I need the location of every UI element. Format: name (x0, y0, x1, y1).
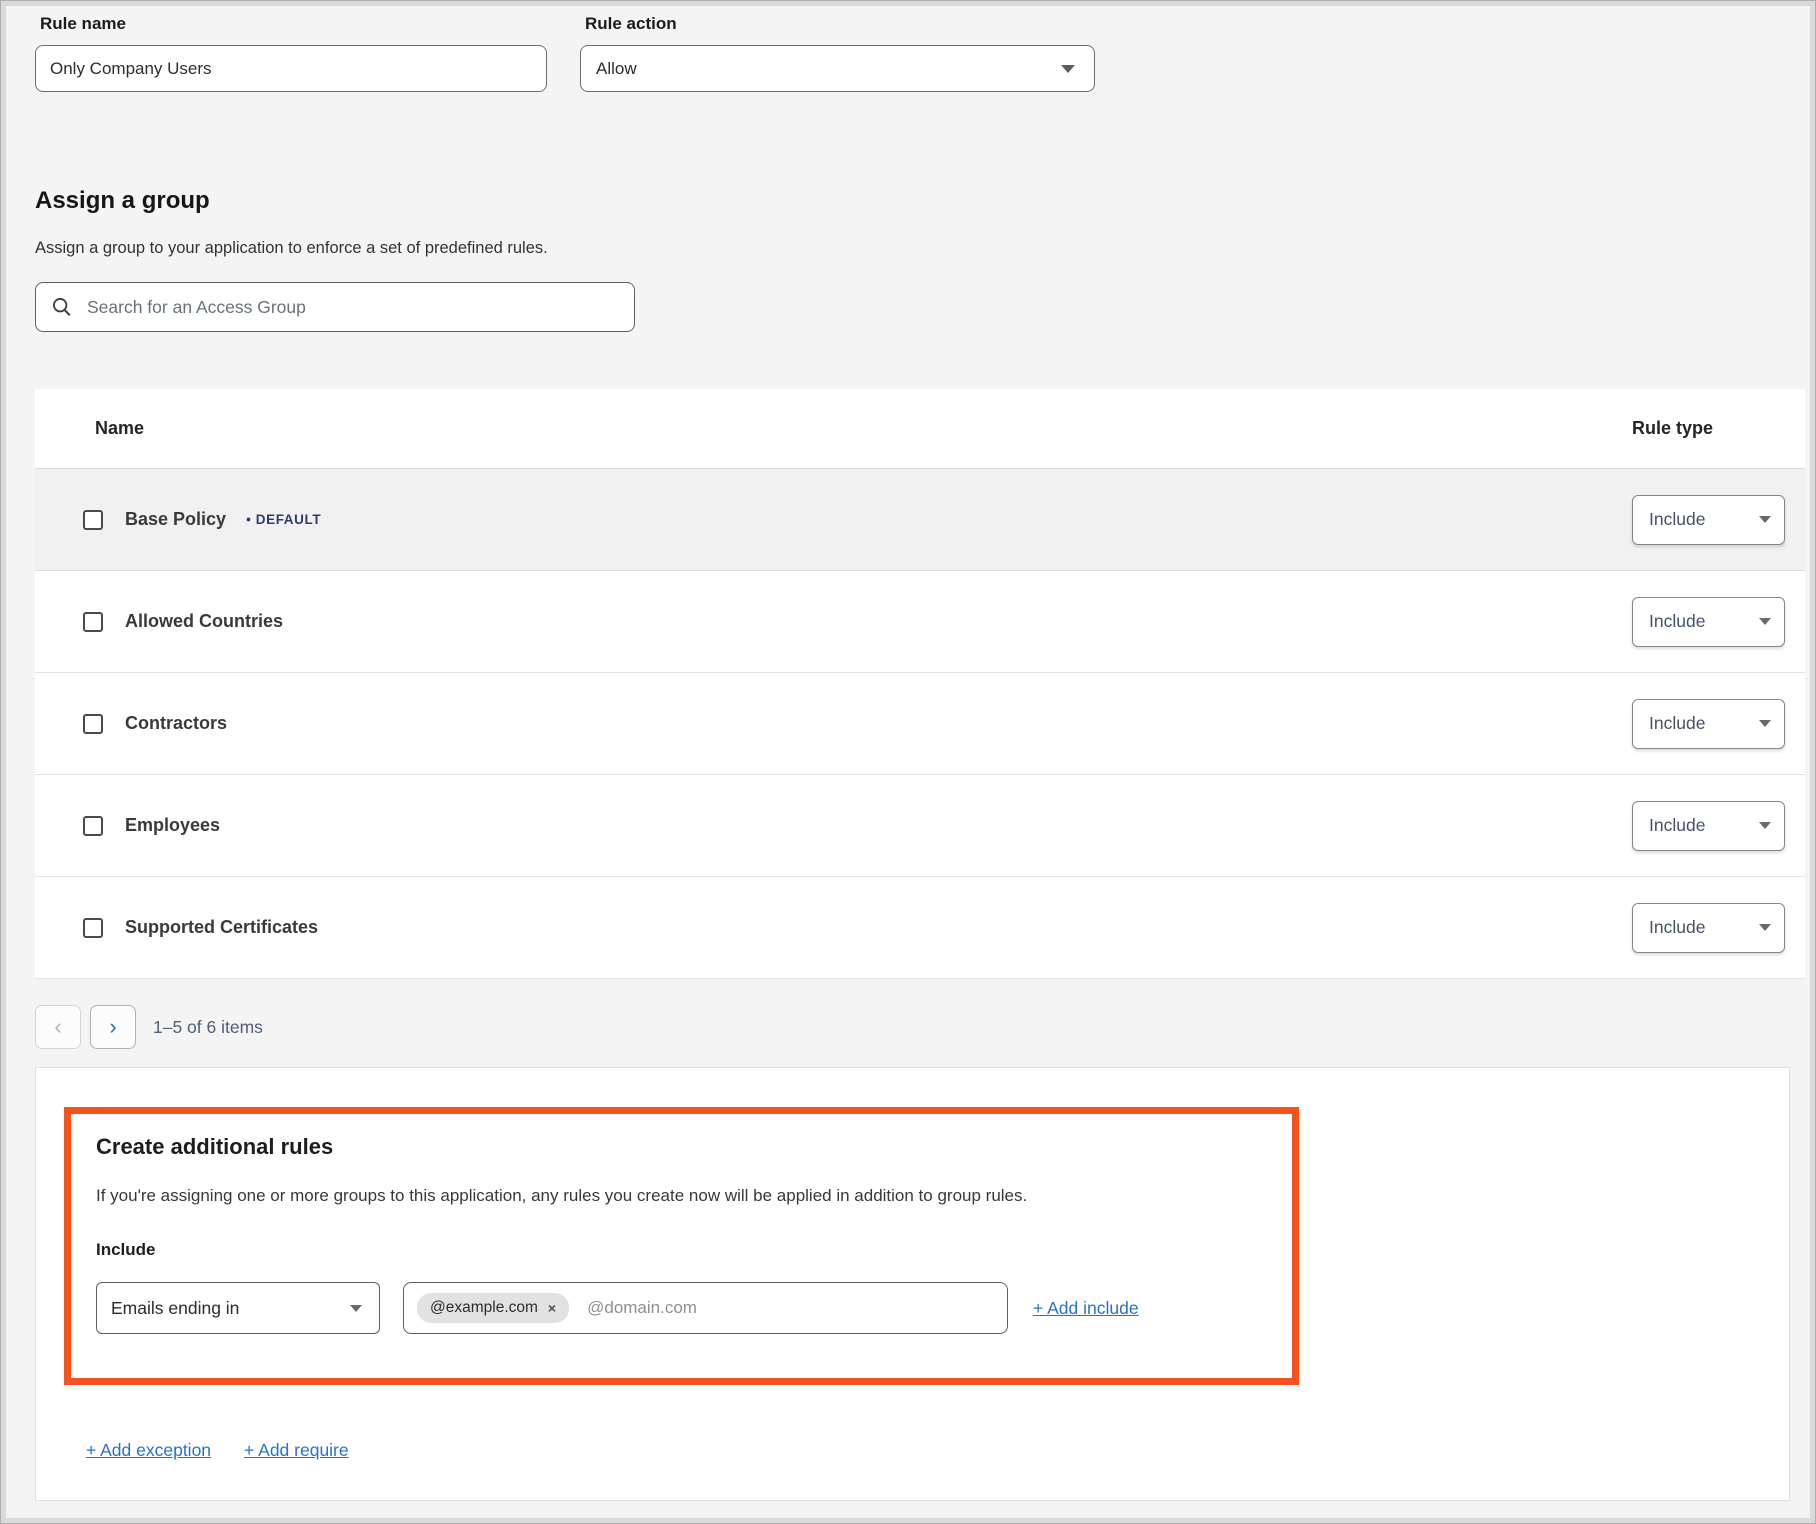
chevron-left-icon: ‹ (54, 1016, 61, 1038)
row-checkbox[interactable] (83, 510, 103, 530)
rule-name-field-group: Rule name (35, 14, 547, 92)
rule-action-select[interactable]: Allow (580, 45, 1095, 92)
add-include-link[interactable]: + Add include (1033, 1298, 1139, 1319)
row-employees: Employees Include (35, 775, 1805, 877)
chevron-down-icon (1759, 618, 1771, 625)
column-header-rule-type: Rule type (1632, 418, 1713, 439)
create-additional-rules-heading: Create additional rules (96, 1134, 1267, 1160)
row-name: Base Policy (125, 509, 226, 530)
next-page-button[interactable]: › (90, 1005, 136, 1049)
row-name: Employees (125, 815, 220, 836)
add-require-link[interactable]: + Add require (244, 1440, 349, 1461)
row-base-policy: Base Policy • DEFAULT Include (35, 469, 1805, 571)
rule-type-value: Include (1649, 611, 1705, 632)
rule-type-value: Include (1649, 815, 1705, 836)
previous-page-button[interactable]: ‹ (35, 1005, 81, 1049)
add-exception-link[interactable]: + Add exception (86, 1440, 211, 1461)
chevron-down-icon (350, 1305, 362, 1312)
email-domain-tag: @example.com × (417, 1293, 569, 1323)
rule-form-row: Rule name Rule action Allow (35, 14, 1805, 92)
rule-type-select[interactable]: Include (1632, 801, 1785, 851)
chevron-right-icon: › (109, 1016, 116, 1038)
rule-type-select[interactable]: Include (1632, 495, 1785, 545)
rule-type-select[interactable]: Include (1632, 699, 1785, 749)
row-name: Contractors (125, 713, 227, 734)
create-additional-rules-description: If you're assigning one or more groups t… (96, 1186, 1267, 1206)
row-checkbox[interactable] (83, 816, 103, 836)
rule-type-value: Include (1649, 509, 1705, 530)
rule-editor-page: Rule name Rule action Allow Assign a gro… (35, 14, 1805, 1501)
remove-tag-icon[interactable]: × (548, 1301, 556, 1315)
include-section-label: Include (96, 1240, 1267, 1260)
row-supported-certificates: Supported Certificates Include (35, 877, 1805, 979)
rule-action-field-group: Rule action Allow (580, 14, 1095, 92)
row-name: Allowed Countries (125, 611, 283, 632)
row-checkbox[interactable] (83, 918, 103, 938)
chevron-down-icon (1061, 65, 1075, 73)
chevron-down-icon (1759, 822, 1771, 829)
search-icon (51, 296, 73, 318)
row-name: Supported Certificates (125, 917, 318, 938)
access-group-search[interactable] (35, 282, 635, 332)
chevron-down-icon (1759, 516, 1771, 523)
access-groups-table: Name Rule type Base Policy • DEFAULT Inc… (35, 389, 1805, 979)
rule-type-value: Include (1649, 917, 1705, 938)
row-contractors: Contractors Include (35, 673, 1805, 775)
row-allowed-countries: Allowed Countries Include (35, 571, 1805, 673)
pagination-range-text: 1–5 of 6 items (153, 1017, 263, 1038)
condition-type-select[interactable]: Emails ending in (96, 1282, 380, 1334)
include-rule-controls: Emails ending in @example.com × + Add in… (96, 1282, 1267, 1334)
tag-label: @example.com (430, 1299, 538, 1317)
email-domain-input[interactable] (587, 1298, 994, 1318)
rule-type-select[interactable]: Include (1632, 903, 1785, 953)
rule-name-label: Rule name (40, 14, 547, 34)
column-header-name: Name (95, 418, 144, 439)
rule-action-value: Allow (596, 59, 637, 79)
chevron-down-icon (1759, 924, 1771, 931)
row-checkbox[interactable] (83, 612, 103, 632)
rule-action-label: Rule action (585, 14, 1095, 34)
search-input[interactable] (87, 297, 619, 318)
rule-type-select[interactable]: Include (1632, 597, 1785, 647)
highlighted-create-rules-section: Create additional rules If you're assign… (64, 1107, 1299, 1385)
email-domains-input-box[interactable]: @example.com × (403, 1282, 1008, 1334)
rule-name-input[interactable] (35, 45, 547, 92)
assign-group-heading: Assign a group (35, 187, 1805, 215)
row-checkbox[interactable] (83, 714, 103, 734)
table-header-row: Name Rule type (35, 389, 1805, 469)
rule-type-value: Include (1649, 713, 1705, 734)
rule-links-row: + Add exception + Add require (86, 1440, 349, 1461)
default-badge: • DEFAULT (246, 512, 321, 527)
pagination: ‹ › 1–5 of 6 items (35, 1005, 1805, 1049)
condition-type-value: Emails ending in (111, 1298, 239, 1319)
chevron-down-icon (1759, 720, 1771, 727)
additional-rules-card: Create additional rules If you're assign… (35, 1067, 1790, 1501)
assign-group-description: Assign a group to your application to en… (35, 239, 1805, 258)
